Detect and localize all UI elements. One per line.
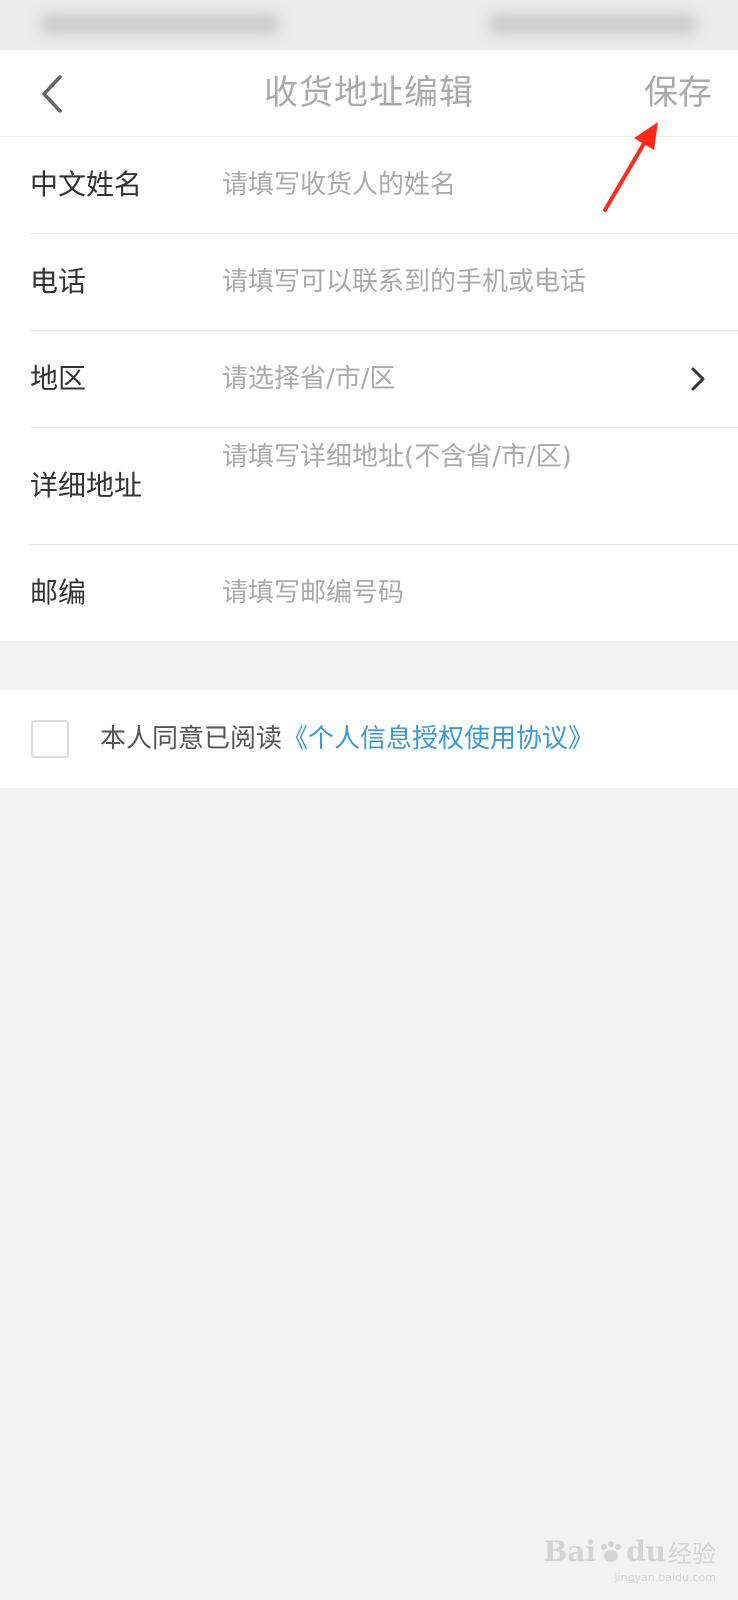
postcode-label: 邮编 [30,576,87,609]
page-title: 收货地址编辑 [264,73,474,113]
status-left-blur [40,14,280,34]
annotation-arrow-icon [603,122,658,212]
agreement-checkbox[interactable] [31,720,69,758]
address-label: 详细地址 [30,469,143,502]
paw-icon [601,1540,622,1562]
watermark-brand-cn: 经验 [668,1540,716,1568]
save-button[interactable]: 保存 [644,68,712,118]
agreement-link[interactable]: 《个人信息授权使用协议》 [282,724,594,754]
form-row-phone: 电话 [29,234,738,331]
address-input[interactable] [222,440,702,520]
phone-input[interactable] [222,260,702,304]
postcode-input[interactable] [222,571,702,615]
watermark-brand-left: Bai [543,1535,597,1568]
phone-label: 电话 [30,265,87,298]
chevron-right-icon [684,365,712,393]
agreement-statement: 本人同意已阅读 [100,724,283,754]
form-row-address: 详细地址 [29,428,738,545]
baidu-watermark: Bai du 经验 jingyan.baidu.com [544,1534,716,1584]
form-row-postcode: 邮编 [29,545,738,641]
region-select[interactable]: 请选择省/市/区 [222,331,396,427]
status-bar [0,0,738,50]
watermark-brand-right: du [626,1535,666,1568]
region-label: 地区 [30,362,87,395]
name-label: 中文姓名 [30,168,143,201]
agreement-bar: 本人同意已阅读《个人信息授权使用协议》 [0,690,738,788]
agreement-text: 本人同意已阅读《个人信息授权使用协议》 [100,690,594,788]
status-right-blur [488,14,698,34]
form-row-region[interactable]: 地区 请选择省/市/区 [29,331,738,428]
watermark-url: jingyan.baidu.com [614,1571,716,1584]
